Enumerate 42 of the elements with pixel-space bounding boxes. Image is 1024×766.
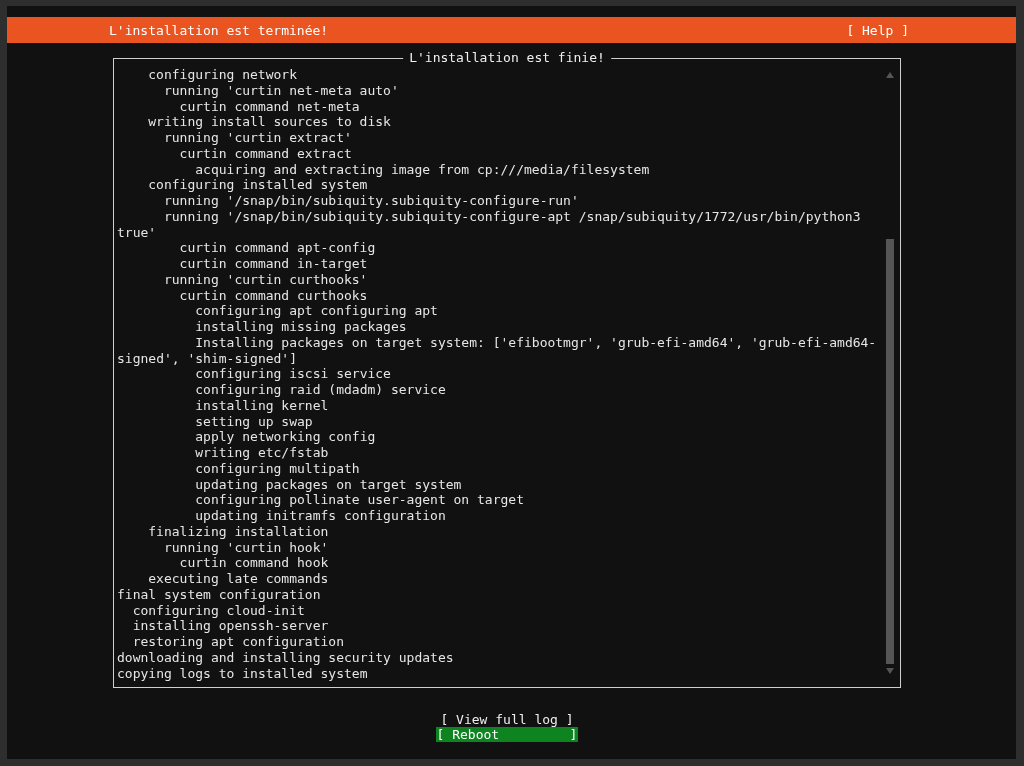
log-line: writing install sources to disk: [147, 114, 392, 130]
log-line: curtin command curthooks: [178, 287, 369, 304]
log-line: final system configuration: [117, 586, 322, 603]
log-line: running 'curtin curthooks': [162, 271, 369, 288]
log-line: copying logs to installed system: [117, 665, 369, 682]
scroll-down-icon[interactable]: [886, 668, 894, 674]
log-line: running 'curtin net-meta auto': [162, 82, 400, 99]
log-line: configuring multipath: [194, 460, 361, 477]
log-line: configuring installed system: [147, 177, 369, 193]
log-line: curtin command in-target: [178, 256, 369, 272]
log-line: curtin command hook: [178, 555, 330, 571]
log-line: configuring pollinate user-agent on target: [194, 492, 525, 508]
log-line: configuring raid (mdadm) service: [194, 382, 447, 398]
log-line: running 'curtin extract': [162, 130, 353, 146]
log-line: running 'curtin hook': [162, 539, 330, 556]
help-button[interactable]: [ Help ]: [846, 22, 909, 38]
log-line: running '/snap/bin/subiquity.subiquity-configure-run': [162, 193, 580, 209]
log-line: executing late commands: [147, 571, 330, 587]
menu-button[interactable]: [ Reboot ]: [435, 727, 579, 742]
log-line: downloading and installing security updates: [117, 649, 455, 666]
log-line: installing kernel: [194, 397, 330, 414]
screen-title: L'installation est terminée!: [109, 22, 329, 38]
log-line: setting up swap: [194, 413, 314, 430]
log-line: configuring apt configuring apt: [194, 303, 439, 319]
log-line: writing etc/fstab: [194, 445, 330, 461]
log-line: configuring network: [147, 67, 298, 83]
log-line: apply networking config: [194, 429, 377, 445]
log-line: restoring apt configuration: [131, 634, 345, 650]
log-line: configuring cloud-init: [131, 602, 306, 619]
log-line: updating initramfs configuration: [194, 508, 447, 524]
log-line: curtin command apt-config: [178, 240, 377, 256]
log-line: finalizing installation: [147, 523, 330, 540]
scrollbar-thumb[interactable]: [886, 239, 894, 664]
log-line: acquiring and extracting image from cp:///media/filesystem: [194, 161, 651, 178]
menu-button[interactable]: [ View full log ]: [439, 712, 575, 727]
log-line: curtin command net-meta: [178, 98, 361, 115]
log-line: installing openssh-server: [131, 618, 330, 634]
log-line: configuring iscsi service: [194, 366, 392, 382]
log-line: curtin command extract: [178, 145, 353, 162]
log-line: updating packages on target system: [194, 476, 463, 493]
scroll-up-icon[interactable]: [886, 72, 894, 78]
log-line: installing missing packages: [194, 319, 408, 335]
